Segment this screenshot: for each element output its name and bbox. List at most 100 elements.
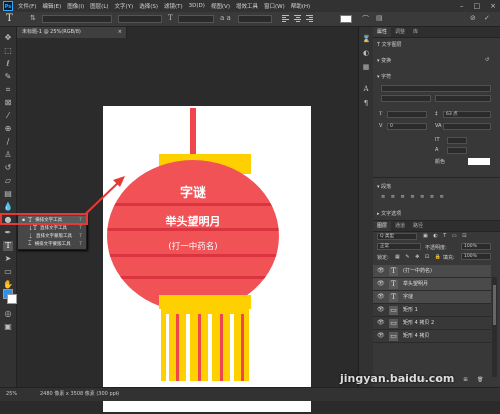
path-selection-tool-icon[interactable]: ➤ [3, 254, 13, 264]
visibility-eye-icon[interactable]: 👁 [377, 319, 385, 326]
color-swatches[interactable] [3, 289, 17, 304]
menu-view[interactable]: 视图(V) [211, 2, 230, 10]
kerning-input[interactable]: 0 [387, 123, 427, 130]
layer-row[interactable]: 👁 ▭ 矩形 4 拷贝 2 [373, 317, 491, 330]
healing-brush-tool-icon[interactable]: ⊕ [3, 124, 13, 134]
tab-adjustments[interactable]: 调整 [391, 27, 409, 37]
align-left-icon[interactable] [282, 15, 289, 22]
close-icon[interactable]: × [490, 2, 496, 10]
leading-input[interactable]: 63 点 [443, 111, 491, 118]
warp-text-icon[interactable]: ⌒ [362, 14, 369, 24]
brush-tool-icon[interactable]: ∕ [3, 137, 13, 147]
layers-scrollbar[interactable] [492, 277, 497, 377]
clone-stamp-tool-icon[interactable]: ♙ [3, 150, 13, 160]
menu-edit[interactable]: 编辑(E) [42, 2, 61, 10]
rectangle-tool-icon[interactable]: ▭ [3, 267, 13, 277]
lock-icons[interactable]: ▦ ✎ ✥ ⊡ 🔒 [395, 254, 443, 260]
menu-type[interactable]: 文字(Y) [115, 2, 134, 10]
cancel-edit-icon[interactable]: ⊘ [470, 14, 476, 22]
opacity-input[interactable]: 100% [461, 243, 491, 250]
character-color-swatch[interactable] [468, 158, 490, 165]
canvas-area[interactable]: 字谜 举头望明月 (打一中药名) [17, 38, 357, 412]
paragraph-align-icons[interactable]: ≡ ≡ ≡ ≡ ≡ ≡ ≡ [381, 194, 446, 200]
font-size-input[interactable] [387, 111, 427, 118]
close-tab-icon[interactable]: × [118, 27, 122, 38]
layer-filter-select[interactable]: Q 类型 [377, 233, 417, 240]
commit-edit-icon[interactable]: ✓ [484, 14, 490, 22]
layer-filter-icons[interactable]: ▣ ◐ T ▭ ⊡ [423, 233, 468, 239]
artboard-tool-icon[interactable]: ⬚ [3, 46, 13, 56]
character-panel-icon[interactable]: A [362, 85, 370, 93]
fill-input[interactable]: 100% [461, 253, 491, 260]
frame-tool-icon[interactable]: ⊠ [3, 98, 13, 108]
document-tab[interactable]: 未标题-1 @ 25%(RGB/8) × [17, 27, 127, 38]
menu-file[interactable]: 文件(F) [18, 2, 36, 10]
zoom-level[interactable]: 25% [6, 388, 17, 401]
artboard[interactable]: 字谜 举头望明月 (打一中药名) [103, 106, 311, 412]
font-size-field[interactable] [178, 15, 214, 23]
text-color-swatch[interactable] [340, 15, 352, 23]
history-panel-icon[interactable]: ⌛ [362, 35, 371, 43]
font-weight-field[interactable] [435, 95, 491, 102]
move-tool-icon[interactable]: ✥ [3, 33, 13, 43]
menu-select[interactable]: 选择(S) [139, 2, 158, 10]
menu-window[interactable]: 窗口(W) [264, 2, 285, 10]
align-right-icon[interactable] [306, 15, 313, 22]
visibility-eye-icon[interactable]: 👁 [377, 332, 385, 339]
blur-tool-icon[interactable]: 💧 [3, 202, 13, 212]
layer-row[interactable]: 👁 ▭ 矩形 4 拷贝 [373, 330, 491, 343]
tab-libraries[interactable]: 库 [409, 27, 422, 37]
eraser-tool-icon[interactable]: ▱ [3, 176, 13, 186]
quick-select-tool-icon[interactable]: ✎ [3, 72, 13, 82]
screen-mode-icon[interactable]: ▣ [3, 322, 13, 332]
layer-row[interactable]: 👁 ▭ 矩形 1 [373, 304, 491, 317]
baseline-shift-input[interactable] [447, 147, 467, 154]
swatches-panel-icon[interactable]: ▦ [362, 63, 370, 71]
type-options-section-header[interactable]: ▸ 文字选项 [377, 210, 401, 217]
layer-row[interactable]: 👁 T 字谜 [373, 291, 491, 304]
antialias-select[interactable] [238, 15, 272, 23]
font-style-field[interactable] [381, 95, 431, 102]
visibility-eye-icon[interactable]: 👁 [377, 280, 385, 287]
history-brush-tool-icon[interactable]: ↺ [3, 163, 13, 173]
pen-tool-icon[interactable]: ✒ [3, 228, 13, 238]
menu-plugins[interactable]: 增效工具 [236, 2, 258, 10]
tab-channels[interactable]: 通道 [391, 221, 409, 231]
character-section-header[interactable]: ▾ 字符 [377, 73, 391, 80]
align-center-icon[interactable] [294, 15, 301, 22]
visibility-eye-icon[interactable]: 👁 [377, 306, 385, 313]
font-family-field[interactable] [381, 85, 491, 92]
paragraph-panel-icon[interactable]: ¶ [362, 99, 370, 107]
crop-tool-icon[interactable]: ⌗ [3, 85, 13, 95]
minimize-icon[interactable]: – [460, 2, 464, 10]
layer-row[interactable]: 👁 T 举头望明月 [373, 278, 491, 291]
tab-layers[interactable]: 图层 [373, 221, 392, 231]
color-panel-icon[interactable]: ◐ [362, 49, 370, 57]
tracking-input[interactable] [443, 123, 491, 130]
reset-transform-icon[interactable]: ↺ [485, 57, 489, 63]
font-family-select[interactable] [42, 15, 112, 23]
menu-help[interactable]: 帮助(H) [291, 2, 310, 10]
background-color-swatch[interactable] [7, 294, 17, 304]
type-tool-icon[interactable]: T [3, 241, 13, 251]
menu-image[interactable]: 图像(I) [67, 2, 84, 10]
visibility-eye-icon[interactable]: 👁 [377, 293, 385, 300]
flyout-item-horizontal-mask[interactable]: ⌶ 横排文字蒙版工具 T [18, 240, 86, 248]
tab-paths[interactable]: 路径 [409, 221, 427, 231]
menu-layer[interactable]: 图层(L) [90, 2, 108, 10]
layer-row[interactable]: 👁 T (打一中药名) [373, 265, 491, 278]
paragraph-section-header[interactable]: ▾ 段落 [377, 183, 391, 190]
quick-mask-icon[interactable]: ◎ [3, 309, 13, 319]
orientation-toggle-icon[interactable]: ⇅ [30, 14, 36, 22]
gradient-tool-icon[interactable]: ▤ [3, 189, 13, 199]
blend-mode-select[interactable]: 正常 [377, 243, 421, 250]
maximize-icon[interactable]: □ [474, 2, 481, 10]
flyout-item-vertical-type[interactable]: ↓T 直排文字工具 T [18, 224, 86, 232]
eyedropper-tool-icon[interactable]: ⁄ [3, 111, 13, 121]
lasso-tool-icon[interactable]: ℓ [3, 59, 13, 69]
panels-toggle-icon[interactable]: ▤ [376, 14, 383, 22]
type-tool-preset-icon[interactable]: T [6, 13, 13, 24]
menu-filter[interactable]: 滤镜(T) [164, 2, 183, 10]
transform-section-header[interactable]: ▾ 变换 [377, 57, 391, 64]
font-style-select[interactable] [118, 15, 162, 23]
